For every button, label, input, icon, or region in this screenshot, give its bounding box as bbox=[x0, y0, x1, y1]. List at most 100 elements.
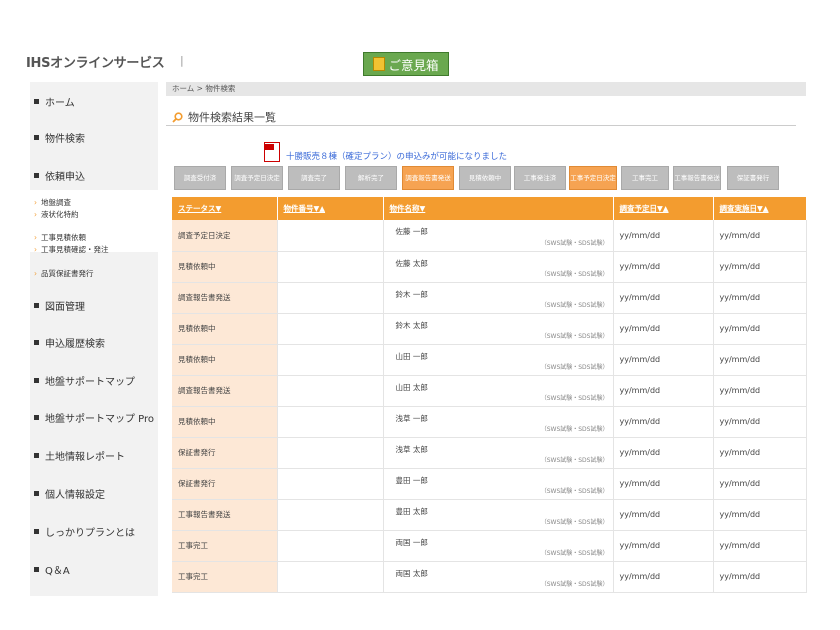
table-row[interactable]: 見積依頼中 山田 一郎 （SWS試験・SDS試験） yy/mm/dd yy/mm/dd bbox=[172, 344, 807, 376]
submenu-item-liquefaction[interactable]: › 液状化特約 bbox=[34, 209, 79, 220]
table-row[interactable]: 工事完工 両国 太郎 （SWS試験・SDS試験） yy/mm/dd yy/mm/dd bbox=[172, 561, 807, 593]
property-name-cell[interactable]: 山田 一郎 （SWS試験・SDS試験） bbox=[383, 344, 614, 376]
table-row[interactable]: 見積依頼中 鈴木 太郎 （SWS試験・SDS試験） yy/mm/dd yy/mm/dd bbox=[172, 313, 807, 345]
sort-name-header[interactable]: 物件名称▼ bbox=[383, 197, 614, 220]
property-name[interactable]: 豊田 一郎 bbox=[396, 475, 428, 486]
test-type-label: （SWS試験・SDS試験） bbox=[540, 239, 609, 247]
status-button-estimate-requested[interactable]: 見積依頼中 bbox=[459, 166, 511, 190]
header-separator: | bbox=[180, 54, 184, 67]
notice-text: 十勝販売８棟（確定プラン）の申込みが可能になりました bbox=[286, 152, 508, 162]
sidebar-item-plan-info[interactable]: しっかりプランとは bbox=[34, 524, 135, 539]
test-type-label: （SWS試験・SDS試験） bbox=[540, 332, 609, 340]
property-name-cell[interactable]: 山田 太郎 （SWS試験・SDS試験） bbox=[383, 375, 614, 407]
opinion-box-button[interactable]: ご意見箱 bbox=[363, 52, 449, 76]
table-row[interactable]: 調査報告書発送 山田 太郎 （SWS試験・SDS試験） yy/mm/dd yy/mm/d… bbox=[172, 375, 807, 407]
sort-done-date-header[interactable]: 調査実施日▼▲ bbox=[713, 197, 807, 220]
notice-link[interactable]: 十勝販売８棟（確定プラン）の申込みが可能になりました bbox=[264, 142, 507, 162]
property-name[interactable]: 浅草 一郎 bbox=[396, 413, 428, 424]
property-name[interactable]: 豊田 太郎 bbox=[396, 506, 428, 517]
table-row[interactable]: 調査予定日決定 佐藤 一郎 （SWS試験・SDS試験） yy/mm/dd yy/mm/d… bbox=[172, 220, 807, 252]
property-number-cell bbox=[277, 530, 384, 562]
submenu-item-construction-estimate[interactable]: › 工事見積依頼 bbox=[34, 232, 86, 243]
arrow-icon: › bbox=[34, 269, 37, 278]
sidebar-item-label: 土地情報レポート bbox=[45, 452, 125, 463]
status-cell: 見積依頼中 bbox=[172, 344, 278, 376]
done-date-cell: yy/mm/dd bbox=[713, 282, 807, 314]
sidebar-item-drawing-management[interactable]: 図面管理 bbox=[34, 298, 85, 313]
test-type-label: （SWS試験・SDS試験） bbox=[540, 456, 609, 464]
property-name-cell[interactable]: 鈴木 太郎 （SWS試験・SDS試験） bbox=[383, 313, 614, 345]
sidebar-item-land-report[interactable]: 土地情報レポート bbox=[34, 448, 125, 463]
square-bullet-icon bbox=[34, 99, 39, 104]
table-row[interactable]: 見積依頼中 佐藤 太郎 （SWS試験・SDS試験） yy/mm/dd yy/mm/dd bbox=[172, 251, 807, 283]
property-name[interactable]: 佐藤 太郎 bbox=[396, 258, 428, 269]
property-name[interactable]: 佐藤 一郎 bbox=[396, 226, 428, 237]
property-number-cell bbox=[277, 561, 384, 593]
property-name-cell[interactable]: 両国 太郎 （SWS試験・SDS試験） bbox=[383, 561, 614, 593]
square-bullet-icon bbox=[34, 303, 39, 308]
property-name[interactable]: 鈴木 太郎 bbox=[396, 320, 428, 331]
submenu-item-soil-survey[interactable]: › 地盤調査 bbox=[34, 197, 71, 208]
property-name-cell[interactable]: 両国 一郎 （SWS試験・SDS試験） bbox=[383, 530, 614, 562]
sidebar-item-personal-settings[interactable]: 個人情報設定 bbox=[34, 486, 105, 501]
mailbox-icon bbox=[373, 57, 386, 71]
property-name[interactable]: 山田 太郎 bbox=[396, 382, 428, 393]
table-row[interactable]: 保証書発行 豊田 一郎 （SWS試験・SDS試験） yy/mm/dd yy/mm/dd bbox=[172, 468, 807, 500]
sidebar-item-label: しっかりプランとは bbox=[45, 528, 135, 539]
done-date-cell: yy/mm/dd bbox=[713, 437, 807, 469]
table-row[interactable]: 見積依頼中 浅草 一郎 （SWS試験・SDS試験） yy/mm/dd yy/mm/dd bbox=[172, 406, 807, 438]
test-type-label: （SWS試験・SDS試験） bbox=[540, 580, 609, 588]
sidebar-item-request[interactable]: 依頼申込 bbox=[34, 168, 85, 183]
property-name-cell[interactable]: 浅草 一郎 （SWS試験・SDS試験） bbox=[383, 406, 614, 438]
property-name[interactable]: 鈴木 一郎 bbox=[396, 289, 428, 300]
sort-planned-date-header[interactable]: 調査予定日▼▲ bbox=[613, 197, 714, 220]
status-button-construction-report-sent[interactable]: 工事報告書発送 bbox=[673, 166, 721, 190]
sidebar-item-ground-map-pro[interactable]: 地盤サポートマップ Pro bbox=[34, 410, 154, 425]
table-row[interactable]: 調査報告書発送 鈴木 一郎 （SWS試験・SDS試験） yy/mm/dd yy/mm/d… bbox=[172, 282, 807, 314]
page-title: 物件検索結果一覧 bbox=[172, 109, 276, 125]
sort-number-header[interactable]: 物件番号▼▲ bbox=[277, 197, 384, 220]
property-name-cell[interactable]: 佐藤 一郎 （SWS試験・SDS試験） bbox=[383, 220, 614, 252]
sidebar-item-faq[interactable]: Q＆A bbox=[34, 562, 70, 577]
property-name-cell[interactable]: 鈴木 一郎 （SWS試験・SDS試験） bbox=[383, 282, 614, 314]
status-button-survey-scheduled[interactable]: 調査予定日決定 bbox=[231, 166, 283, 190]
sidebar-item-history-search[interactable]: 申込履歴検索 bbox=[34, 335, 105, 350]
sidebar-item-label: 依頼申込 bbox=[45, 172, 85, 183]
sidebar-item-label: 地盤サポートマップ bbox=[45, 377, 135, 388]
site-logo[interactable]: IHSオンラインサービス bbox=[26, 52, 165, 71]
property-name[interactable]: 山田 一郎 bbox=[396, 351, 428, 362]
status-cell: 調査報告書発送 bbox=[172, 282, 278, 314]
opinion-box-label: ご意見箱 bbox=[388, 57, 439, 73]
table-row[interactable]: 保証書発行 浅草 太郎 （SWS試験・SDS試験） yy/mm/dd yy/mm/dd bbox=[172, 437, 807, 469]
table-row[interactable]: 工事報告書発送 豊田 太郎 （SWS試験・SDS試験） yy/mm/dd yy/mm/d… bbox=[172, 499, 807, 531]
sidebar-item-label: 申込履歴検索 bbox=[45, 339, 105, 350]
submenu-item-estimate-order[interactable]: › 工事見積確認・発注 bbox=[34, 244, 109, 255]
square-bullet-icon bbox=[34, 453, 39, 458]
property-name-cell[interactable]: 佐藤 太郎 （SWS試験・SDS試験） bbox=[383, 251, 614, 283]
planned-date-cell: yy/mm/dd bbox=[613, 406, 714, 438]
submenu-item-quality-certificate[interactable]: › 品質保証書発行 bbox=[34, 268, 94, 279]
sidebar-item-property-search[interactable]: 物件検索 bbox=[34, 130, 85, 145]
table-row[interactable]: 工事完工 両国 一郎 （SWS試験・SDS試験） yy/mm/dd yy/mm/dd bbox=[172, 530, 807, 562]
property-name-cell[interactable]: 浅草 太郎 （SWS試験・SDS試験） bbox=[383, 437, 614, 469]
sidebar-item-label: ホーム bbox=[45, 98, 75, 109]
property-name[interactable]: 浅草 太郎 bbox=[396, 444, 428, 455]
property-number-cell bbox=[277, 437, 384, 469]
property-number-cell bbox=[277, 468, 384, 500]
status-button-report-sent[interactable]: 調査報告書発送 bbox=[402, 166, 454, 190]
done-date-cell: yy/mm/dd bbox=[713, 220, 807, 252]
status-button-certificate-issued[interactable]: 保証書発行 bbox=[727, 166, 779, 190]
status-button-construction-ordered[interactable]: 工事発注済 bbox=[514, 166, 566, 190]
status-button-analysis-complete[interactable]: 解析完了 bbox=[345, 166, 397, 190]
status-button-construction-scheduled[interactable]: 工事予定日決定 bbox=[569, 166, 617, 190]
status-button-survey-complete[interactable]: 調査完了 bbox=[288, 166, 340, 190]
property-name-cell[interactable]: 豊田 太郎 （SWS試験・SDS試験） bbox=[383, 499, 614, 531]
property-name-cell[interactable]: 豊田 一郎 （SWS試験・SDS試験） bbox=[383, 468, 614, 500]
property-name[interactable]: 両国 一郎 bbox=[396, 537, 428, 548]
sidebar-item-ground-map[interactable]: 地盤サポートマップ bbox=[34, 373, 135, 388]
status-button-construction-complete[interactable]: 工事完工 bbox=[621, 166, 669, 190]
property-name[interactable]: 両国 太郎 bbox=[396, 568, 428, 579]
sort-status-header[interactable]: ステータス▼ bbox=[172, 197, 278, 220]
sidebar-item-home[interactable]: ホーム bbox=[34, 94, 75, 109]
status-button-survey-received[interactable]: 調査受付済 bbox=[174, 166, 226, 190]
